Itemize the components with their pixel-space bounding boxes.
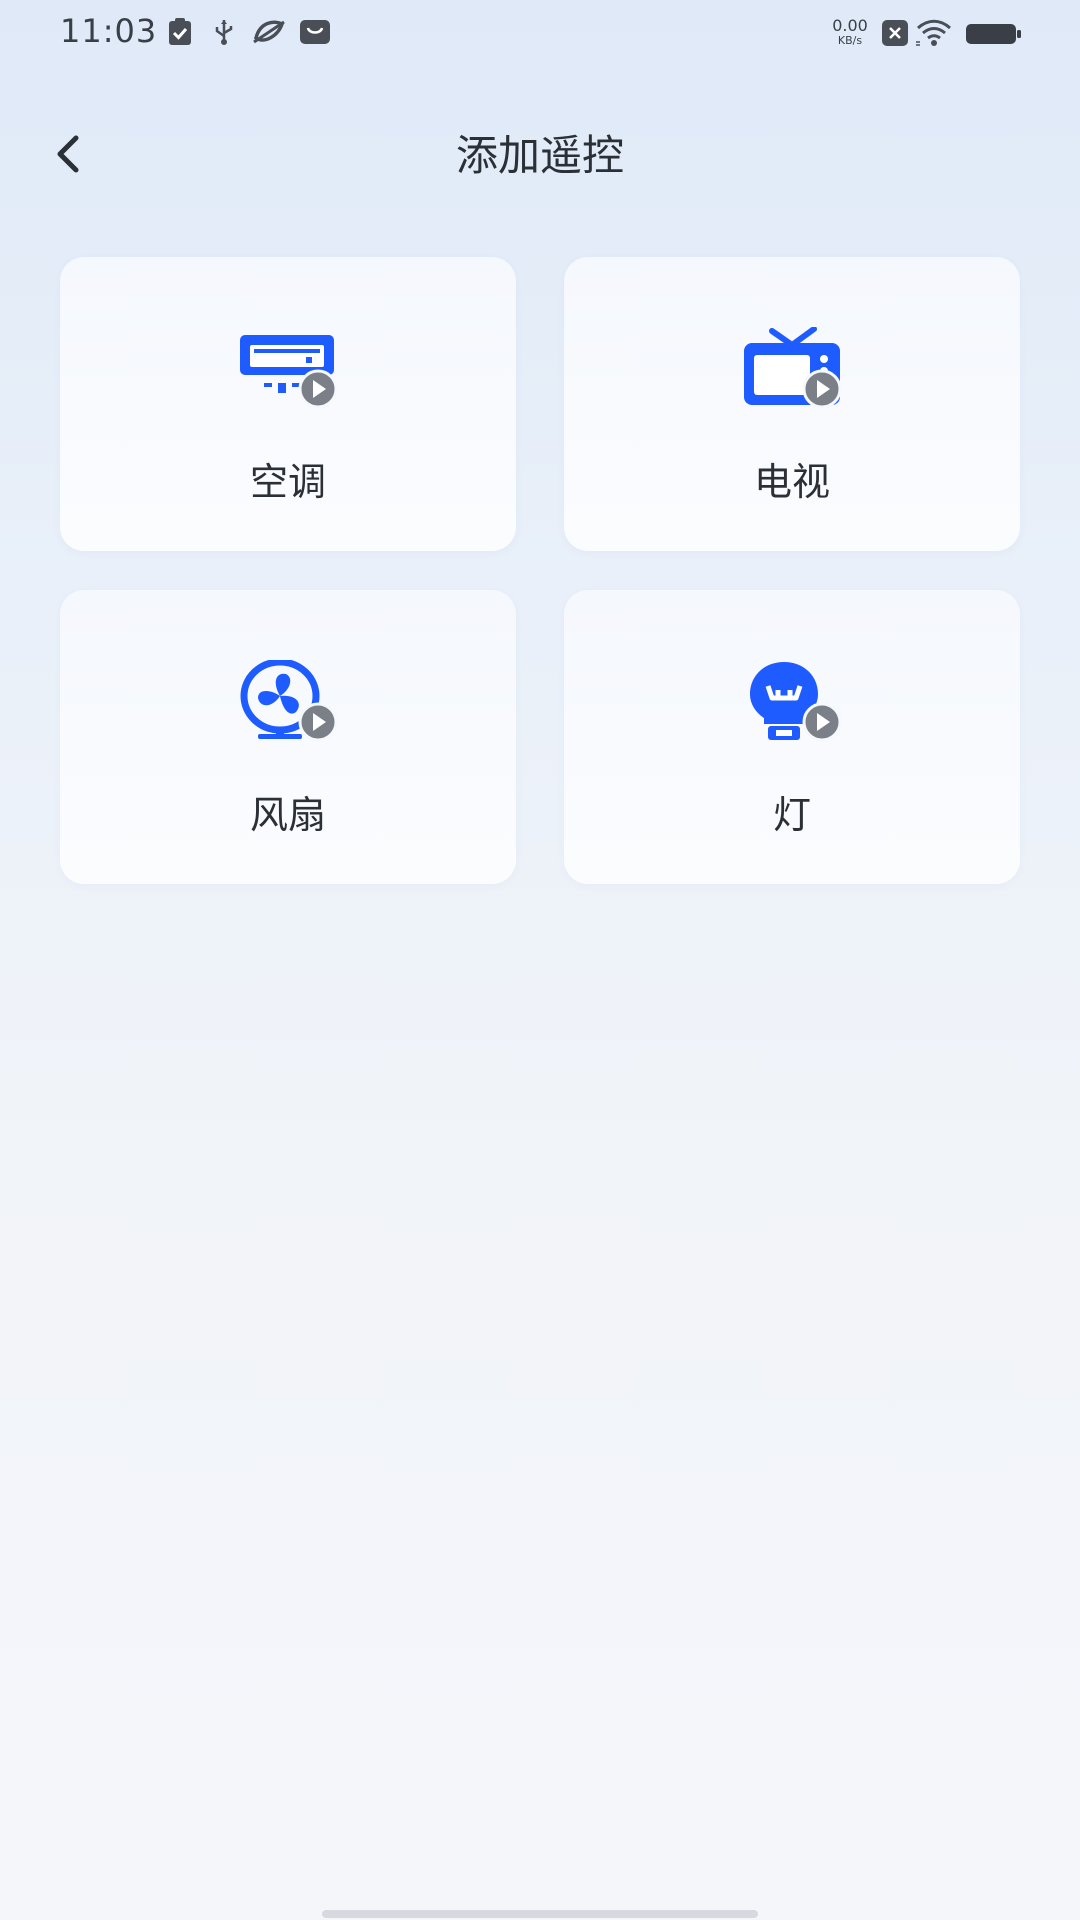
tv-icon: [742, 326, 842, 409]
device-label-fan: 风扇: [249, 793, 326, 837]
page-title: 添加遥控: [455, 131, 624, 180]
air-conditioner-icon: [238, 327, 338, 409]
device-label-air-conditioner: 空调: [249, 460, 326, 504]
device-card-air-conditioner[interactable]: 空调: [60, 257, 516, 551]
device-label-light: 灯: [772, 793, 811, 837]
battery-icon: [966, 22, 1022, 50]
home-indicator[interactable]: [322, 1910, 758, 1918]
wifi-icon: [914, 18, 954, 52]
link-icon: [252, 18, 286, 50]
network-speed: 0.00 KB/s: [828, 16, 872, 47]
status-bar: 11:03 0.00 KB/s: [0, 0, 1080, 66]
status-time: 11:03: [60, 12, 158, 50]
usb-icon: [212, 18, 236, 50]
clipboard-check-icon: [168, 18, 192, 50]
network-speed-value: 0.00: [832, 16, 868, 35]
shopping-bag-icon: [300, 18, 330, 50]
device-card-fan[interactable]: 风扇: [60, 590, 516, 884]
device-card-tv[interactable]: 电视: [564, 257, 1020, 551]
device-label-tv: 电视: [753, 460, 830, 504]
close-box-icon: [882, 20, 908, 50]
network-speed-unit: KB/s: [837, 34, 863, 47]
fan-icon: [238, 658, 338, 742]
light-bulb-icon: [742, 660, 842, 742]
device-card-light[interactable]: 灯: [564, 590, 1020, 884]
